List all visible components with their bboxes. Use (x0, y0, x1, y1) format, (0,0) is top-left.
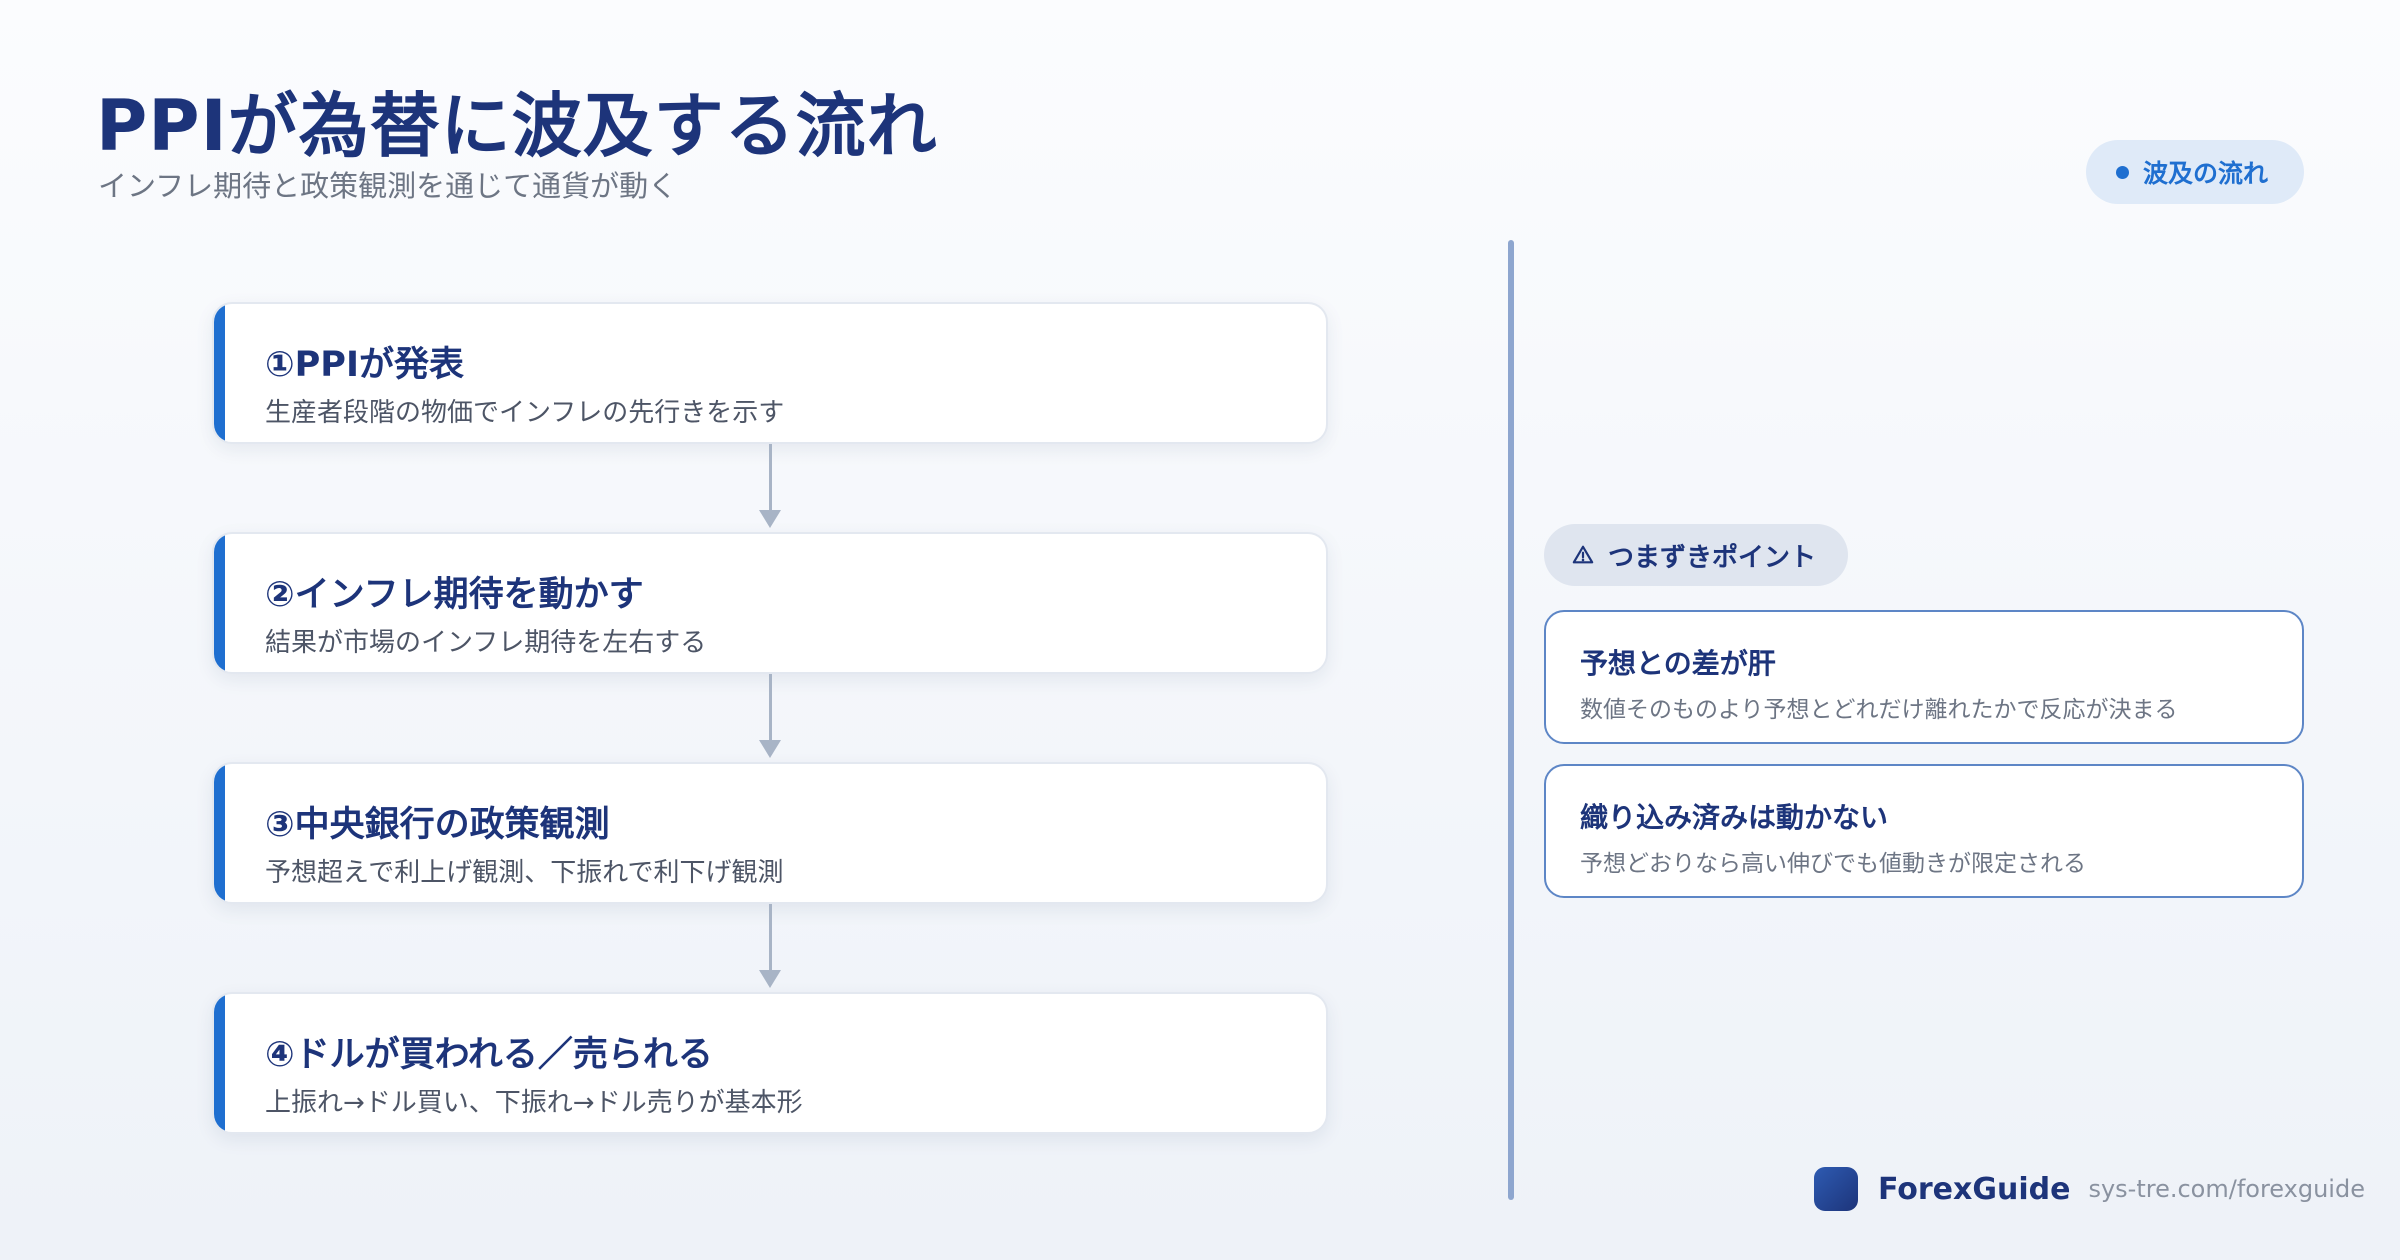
brand-url[interactable]: sys-tre.com/forexguide (2088, 1175, 2365, 1203)
flow-arrow-icon (212, 904, 1328, 992)
step-title: ②インフレ期待を動かす (265, 575, 644, 615)
flow-steps: ①PPIが発表 生産者段階の物価でインフレの先行きを示す ②インフレ期待を動かす… (212, 302, 1328, 1134)
step-description: 予想超えで利上げ観測、下振れで利下げ観測 (265, 858, 784, 888)
flow-step-1: ①PPIが発表 生産者段階の物価でインフレの先行きを示す (212, 302, 1328, 444)
brand-footer: ForexGuide sys-tre.com/forexguide (1814, 1167, 2365, 1211)
pitfall-description: 予想どおりなら高い伸びでも値動きが限定される (1580, 851, 2086, 877)
pitfall-card-1: 予想との差が肝 数値そのものより予想とどれだけ離れたかで反応が決まる (1544, 610, 2304, 744)
flow-step-3: ③中央銀行の政策観測 予想超えで利上げ観測、下振れで利下げ観測 (212, 762, 1328, 904)
pitfall-description: 数値そのものより予想とどれだけ離れたかで反応が決まる (1580, 697, 2178, 723)
flow-step-4: ④ドルが買われる／売られる 上振れ→ドル買い、下振れ→ドル売りが基本形 (212, 992, 1328, 1134)
step-title: ①PPIが発表 (265, 345, 464, 385)
page-subtitle: インフレ期待と政策観測を通じて通貨が動く (98, 169, 678, 203)
pitfalls-label: つまずきポイント (1544, 524, 1849, 586)
pitfall-title: 予想との差が肝 (1580, 647, 1776, 680)
flow-arrow-icon (212, 674, 1328, 762)
badge-dot-icon (2115, 165, 2129, 179)
step-description: 結果が市場のインフレ期待を左右する (265, 628, 707, 658)
brand-name: ForexGuide (1878, 1171, 2071, 1207)
flow-arrow-icon (212, 444, 1328, 532)
pitfall-title: 織り込み済みは動かない (1580, 801, 1889, 834)
step-title: ③中央銀行の政策観測 (265, 805, 610, 845)
flow-step-2: ②インフレ期待を動かす 結果が市場のインフレ期待を左右する (212, 532, 1328, 674)
flow-badge: 波及の流れ (2085, 140, 2304, 204)
brand-logo-icon (1814, 1167, 1858, 1211)
badge-label: 波及の流れ (2142, 159, 2268, 188)
step-title: ④ドルが買われる／売られる (265, 1035, 713, 1075)
pitfall-card-2: 織り込み済みは動かない 予想どおりなら高い伸びでも値動きが限定される (1544, 764, 2304, 898)
pitfalls-label-text: つまずきポイント (1608, 542, 1817, 573)
step-description: 上振れ→ドル買い、下振れ→ドル売りが基本形 (265, 1088, 803, 1118)
page-title: PPIが為替に波及する流れ (96, 85, 938, 167)
section-divider (1508, 240, 1514, 1200)
warning-icon (1572, 545, 1594, 564)
step-description: 生産者段階の物価でインフレの先行きを示す (265, 398, 785, 428)
